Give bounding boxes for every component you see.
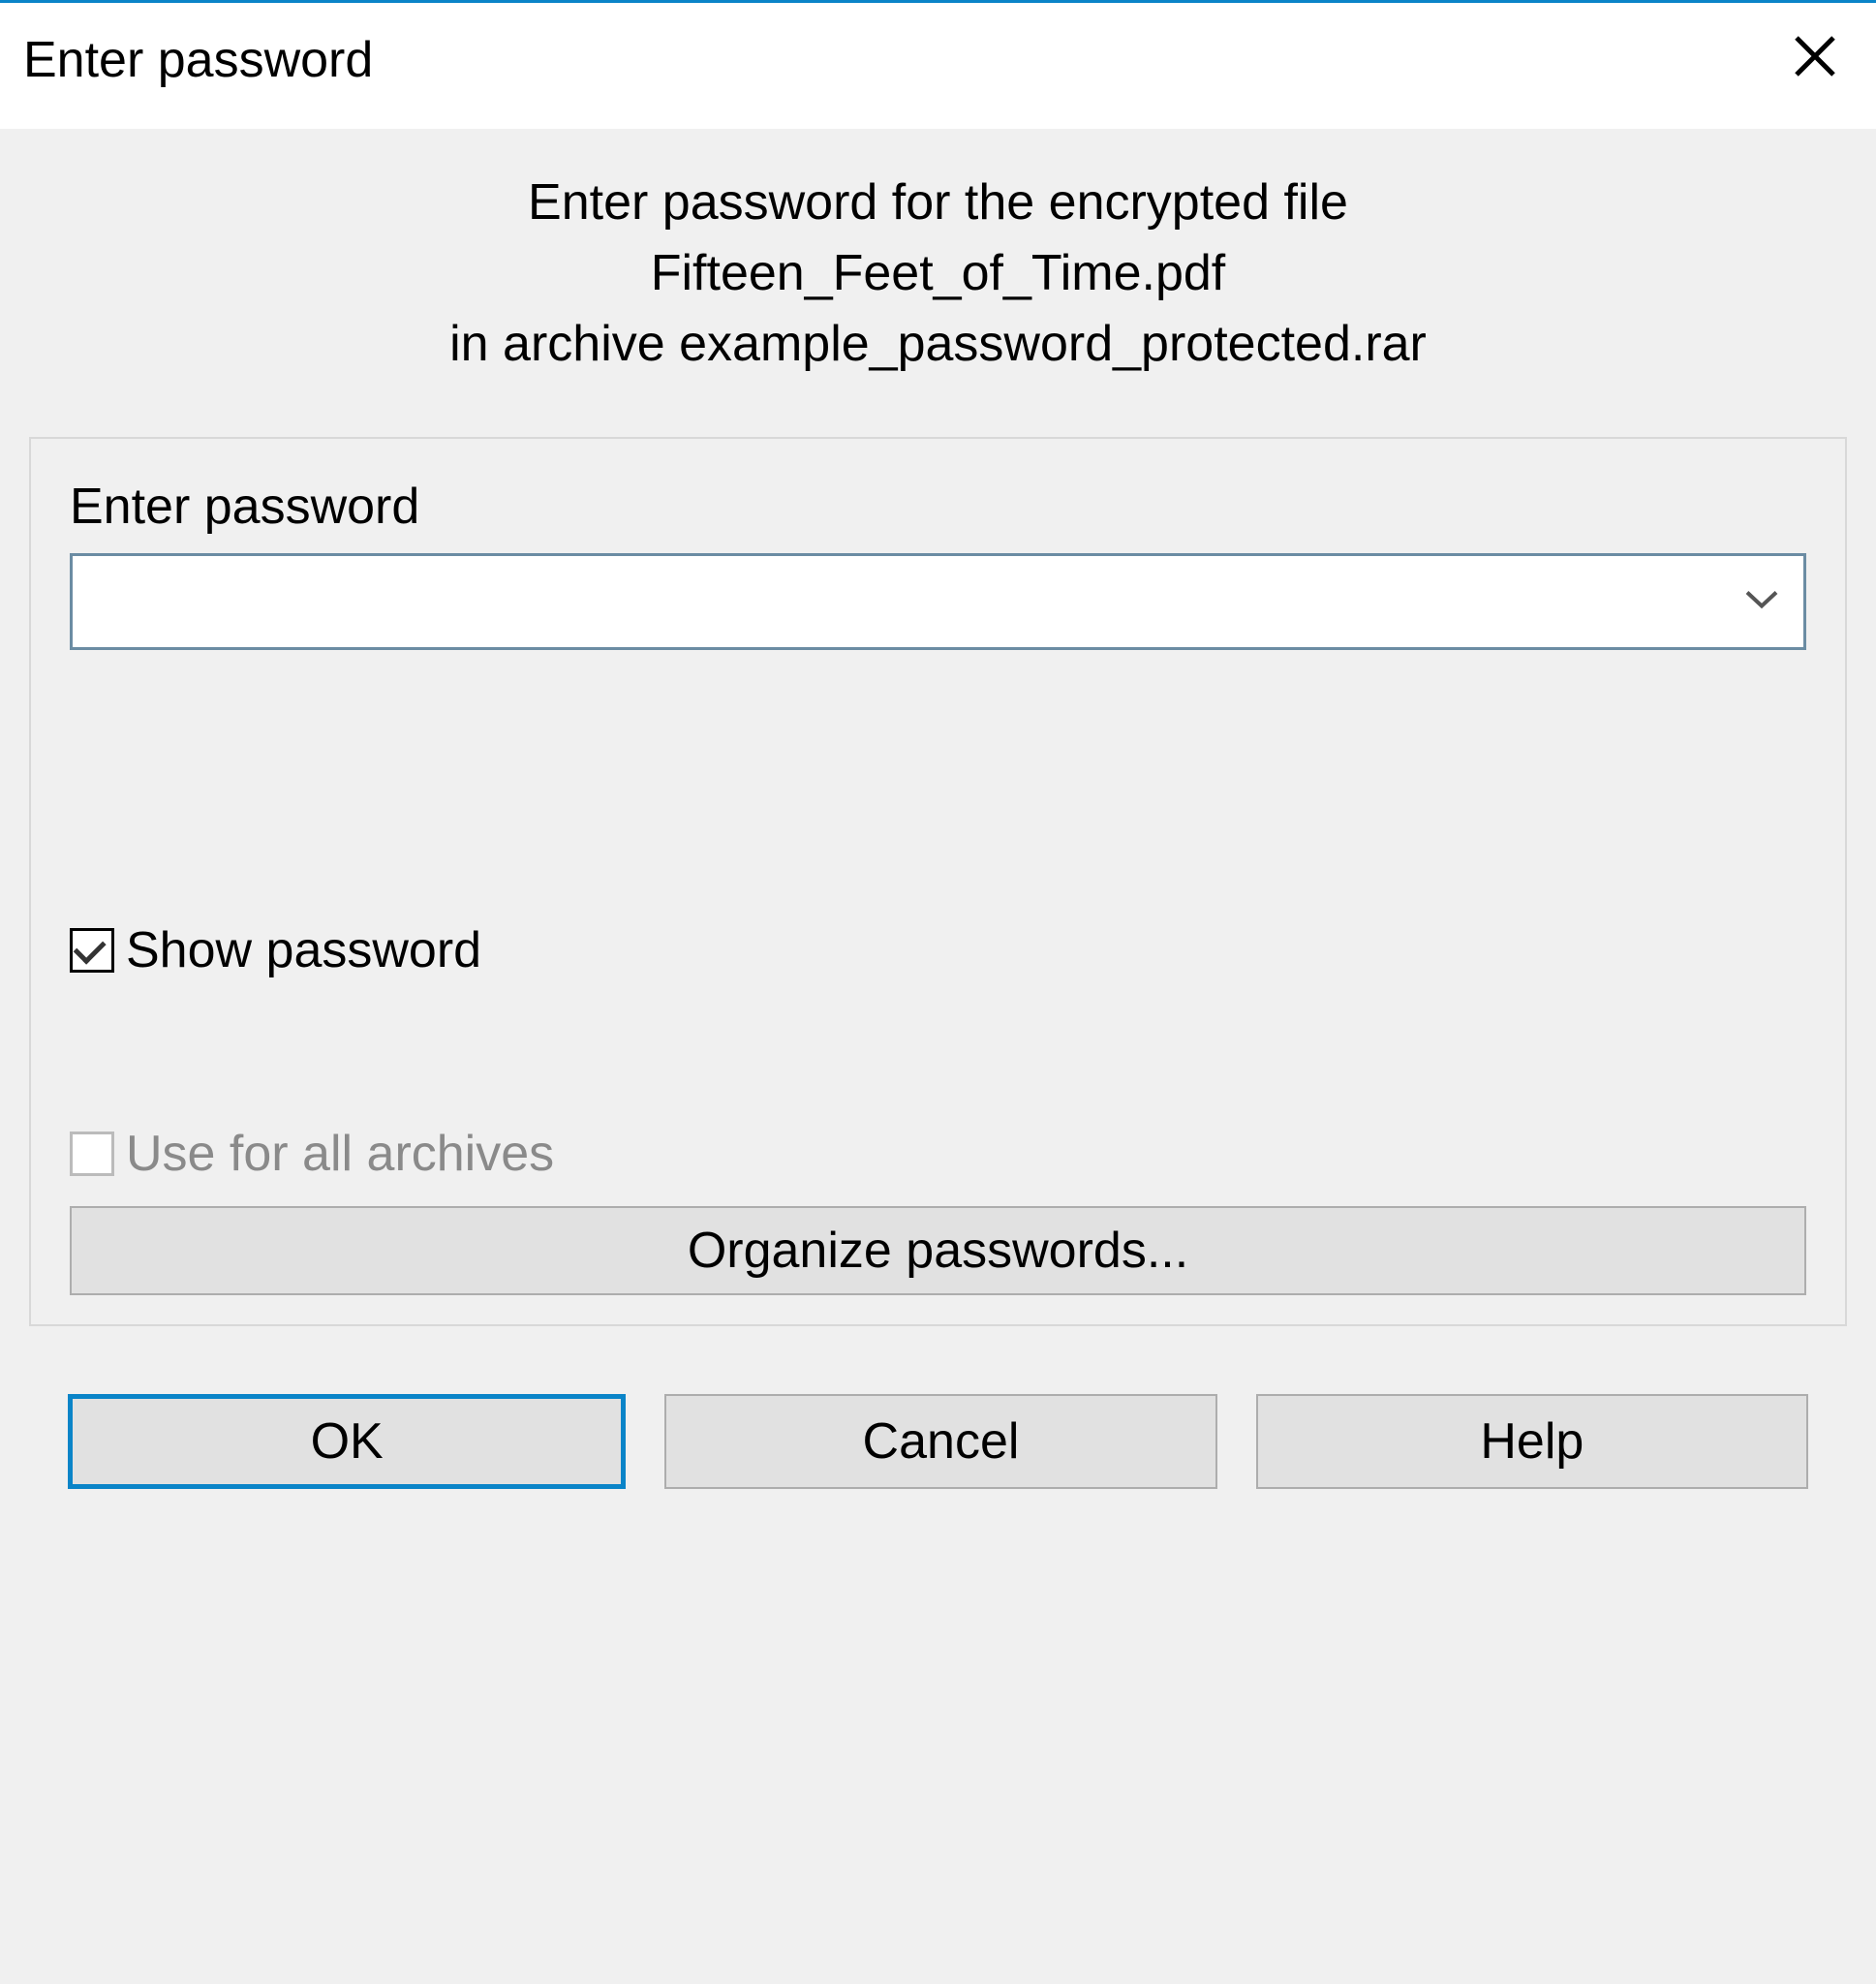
cancel-button[interactable]: Cancel: [664, 1394, 1216, 1489]
use-all-archives-checkbox: [70, 1132, 114, 1176]
help-button[interactable]: Help: [1256, 1394, 1808, 1489]
password-group: Enter password Show password Use for all…: [29, 437, 1847, 1326]
spacer: [70, 650, 1806, 921]
prompt-text: Enter password for the encrypted file Fi…: [29, 168, 1847, 379]
prompt-line-2: Fifteen_Feet_of_Time.pdf: [29, 238, 1847, 309]
prompt-line-1: Enter password for the encrypted file: [29, 168, 1847, 238]
show-password-checkbox[interactable]: [70, 928, 114, 973]
organize-passwords-button[interactable]: Organize passwords...: [70, 1206, 1806, 1295]
ok-button[interactable]: OK: [68, 1394, 626, 1489]
password-input[interactable]: [70, 553, 1806, 650]
use-all-archives-row: Use for all archives: [70, 1125, 1806, 1183]
password-dropdown-button[interactable]: [1744, 588, 1779, 616]
use-all-archives-label: Use for all archives: [126, 1125, 554, 1183]
show-password-row: Show password: [70, 921, 1806, 979]
show-password-label: Show password: [126, 921, 481, 979]
button-bar: OK Cancel Help: [29, 1326, 1847, 1528]
password-dialog: Enter password Enter password for the en…: [0, 0, 1876, 1557]
close-icon: [1793, 34, 1837, 78]
chevron-down-icon: [1744, 588, 1779, 611]
password-input-label: Enter password: [70, 478, 1806, 536]
dialog-title: Enter password: [23, 31, 373, 89]
close-button[interactable]: [1777, 25, 1853, 95]
password-input-wrapper: [70, 553, 1806, 650]
prompt-line-3: in archive example_password_protected.ra…: [29, 309, 1847, 380]
dialog-content: Enter password for the encrypted file Fi…: [0, 129, 1876, 1557]
titlebar: Enter password: [0, 3, 1876, 129]
